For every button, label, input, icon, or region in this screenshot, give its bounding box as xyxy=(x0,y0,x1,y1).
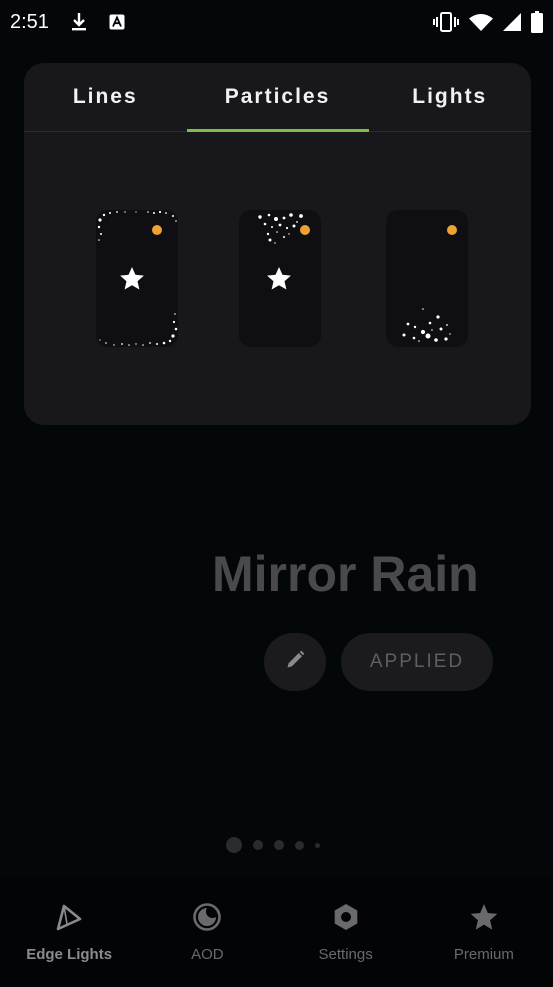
edge-lights-icon xyxy=(53,901,85,933)
particle-style-1-preview[interactable] xyxy=(96,210,178,347)
style-tabs: Lines Particles Lights xyxy=(24,63,531,132)
nav-label: Settings xyxy=(318,946,373,963)
bottom-nav: Edge Lights AOD Settings Premium xyxy=(0,877,553,987)
page-indicator xyxy=(226,837,320,853)
badge-dot xyxy=(300,225,310,235)
wifi-icon xyxy=(469,13,493,31)
preview-row xyxy=(24,210,531,347)
settings-icon xyxy=(330,901,362,933)
vibrate-icon xyxy=(433,12,459,32)
nav-label: AOD xyxy=(191,946,224,963)
badge-dot xyxy=(447,225,457,235)
star-icon xyxy=(267,267,291,290)
nav-edge-lights[interactable]: Edge Lights xyxy=(0,877,138,987)
status-left: 2:51 xyxy=(10,11,125,34)
tab-lights[interactable]: Lights xyxy=(369,63,532,131)
download-icon xyxy=(71,12,87,32)
applied-button[interactable]: APPLIED xyxy=(341,633,493,691)
tab-particles[interactable]: Particles xyxy=(186,63,369,132)
particle-style-3-preview[interactable] xyxy=(386,210,468,347)
premium-star-icon xyxy=(468,901,500,933)
nav-premium[interactable]: Premium xyxy=(415,877,553,987)
particle-dots xyxy=(402,308,451,342)
status-right xyxy=(433,11,543,33)
page-dot[interactable] xyxy=(274,840,284,850)
tab-lines[interactable]: Lines xyxy=(24,63,187,131)
particle-dots xyxy=(258,213,303,244)
battery-icon xyxy=(531,11,543,33)
page-dot[interactable] xyxy=(315,842,320,848)
font-icon xyxy=(109,14,125,30)
page-dot[interactable] xyxy=(295,840,304,850)
particle-style-2-preview[interactable] xyxy=(239,210,321,347)
aod-icon xyxy=(191,901,223,933)
badge-dot xyxy=(152,225,162,235)
theme-title: Mirror Rain xyxy=(212,546,479,602)
signal-icon xyxy=(503,13,521,31)
style-panel: Lines Particles Lights xyxy=(24,63,531,425)
nav-settings[interactable]: Settings xyxy=(277,877,415,987)
nav-label: Edge Lights xyxy=(26,946,113,963)
page-dot[interactable] xyxy=(253,840,263,850)
status-bar: 2:51 xyxy=(0,0,553,44)
nav-aod[interactable]: AOD xyxy=(138,877,276,987)
page-dot-active[interactable] xyxy=(226,837,242,853)
nav-label: Premium xyxy=(453,946,514,963)
star-icon xyxy=(120,267,144,290)
pencil-icon xyxy=(285,650,305,675)
status-time: 2:51 xyxy=(10,10,49,33)
edit-button[interactable] xyxy=(264,633,326,691)
